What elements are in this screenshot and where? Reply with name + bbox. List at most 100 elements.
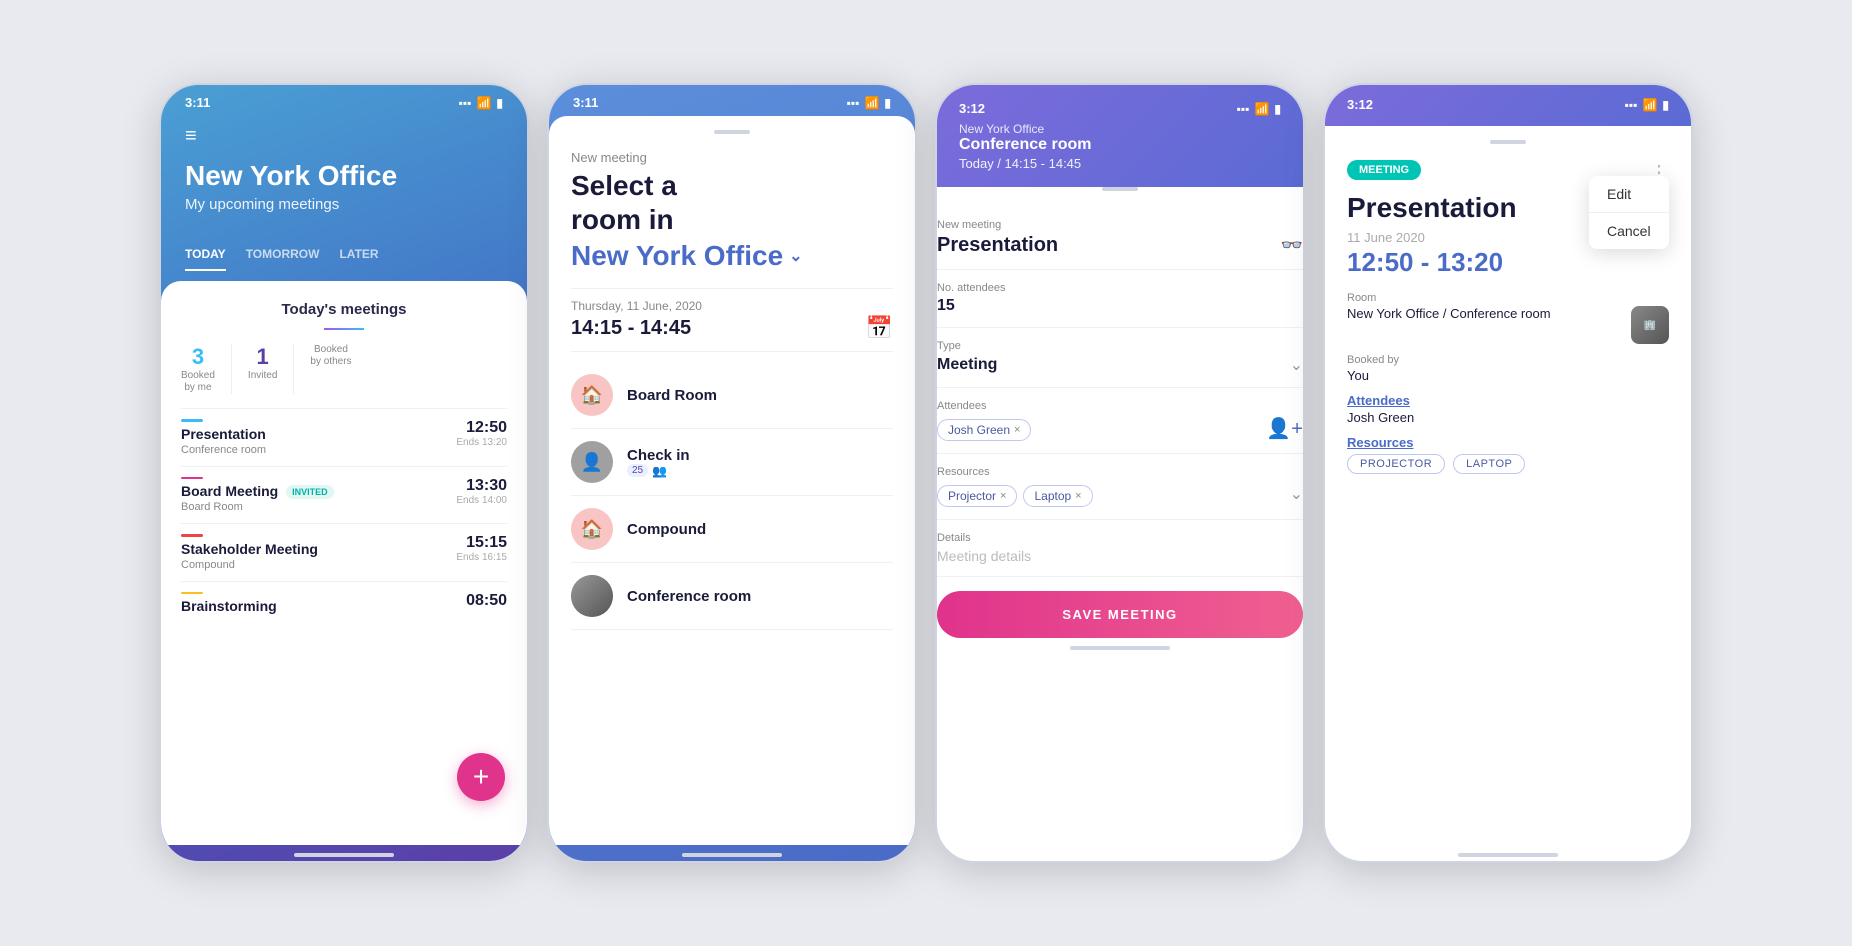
hamburger-icon[interactable]: ≡ (185, 126, 503, 146)
phone-2: 3:11 ▪▪▪ 📶 ▮ New meeting Select aroom in… (547, 83, 917, 863)
calendar-icon[interactable]: 📅 (866, 315, 893, 341)
stat-label-1: Bookedby me (181, 370, 215, 394)
meeting-item-3[interactable]: Stakeholder Meeting Compound 15:15 Ends … (181, 523, 507, 581)
laptop-remove-icon[interactable]: × (1075, 490, 1081, 502)
stat-num-2: 1 (248, 344, 277, 370)
projector-remove-icon[interactable]: × (1000, 490, 1006, 502)
date-time-section: Thursday, 11 June, 2020 14:15 - 14:45 📅 (571, 288, 893, 352)
meeting-name-4: Brainstorming (181, 598, 277, 614)
meeting-time-2: 13:30 (456, 477, 507, 495)
meeting-end-2: Ends 14:00 (456, 495, 507, 506)
resources-label: Resources (937, 466, 1303, 478)
checkin-badge: 25 (627, 464, 648, 477)
meeting-left-2: Board Meeting INVITED Board Room (181, 477, 334, 514)
status-time-1: 3:11 (185, 95, 210, 110)
presentation-time: 12:50 - 13:20 (1347, 247, 1669, 278)
context-edit[interactable]: Edit (1589, 176, 1669, 212)
room-item-checkin[interactable]: 👤 Check in 25 👥 (571, 429, 893, 496)
tabs-row: TODAY TOMORROW LATER (161, 233, 527, 271)
save-meeting-button[interactable]: SAVE MEETING (937, 591, 1303, 638)
phone3-header: 3:12 ▪▪▪ 📶 ▮ New York Office Conference … (937, 85, 1303, 187)
form-row-attendees-chips: Attendees Josh Green × 👤+ (937, 388, 1303, 454)
people-icon: 👥 (652, 464, 667, 478)
home-indicator-3 (1070, 646, 1170, 650)
meeting-time-4: 08:50 (466, 592, 507, 610)
status-icons-2: ▪▪▪ 📶 ▮ (847, 96, 891, 110)
stat-booked-me: 3 Bookedby me (181, 344, 215, 394)
room-thumb-inner: 🏢 (1631, 306, 1669, 344)
accent-line-1 (181, 419, 203, 422)
glasses-icon: 👓 (1281, 235, 1303, 256)
drag-handle-3 (1102, 187, 1138, 191)
home-indicator-2 (682, 853, 782, 857)
resource-chips: Projector × Laptop × (937, 485, 1093, 507)
title-row: Presentation 👓 (937, 234, 1303, 257)
status-time-3: 3:12 (959, 101, 985, 116)
meeting-name-3: Stakeholder Meeting (181, 541, 318, 557)
stat-by-others: Bookedby others (310, 344, 351, 394)
details-input[interactable]: Meeting details (937, 548, 1303, 564)
meeting-right-3: 15:15 Ends 16:15 (456, 534, 507, 563)
room-item-compound[interactable]: 🏠 Compound (571, 496, 893, 563)
meeting-item-2[interactable]: Board Meeting INVITED Board Room 13:30 E… (181, 466, 507, 524)
booked-by-label: Booked by (1347, 354, 1669, 366)
meeting-item-4[interactable]: Brainstorming 08:50 (181, 581, 507, 625)
attendee-chip-1[interactable]: Josh Green × (937, 419, 1031, 441)
chip-remove-icon[interactable]: × (1014, 424, 1020, 436)
type-dropdown[interactable]: Meeting ⌄ (937, 355, 1303, 375)
chevron-down-icon: ⌄ (789, 246, 802, 266)
status-icons-1: ▪▪▪ 📶 ▮ (459, 96, 503, 110)
meeting-time-3: 15:15 (456, 534, 507, 552)
booked-by-row: Booked by You (1347, 354, 1669, 383)
resource-chip-projector[interactable]: Projector × (937, 485, 1017, 507)
type-value: Meeting (937, 356, 997, 374)
drag-handle-2 (714, 130, 750, 134)
attendees-detail-row: Attendees Josh Green (1347, 393, 1669, 425)
tab-later[interactable]: LATER (339, 247, 378, 271)
office-label-3: New York Office (959, 122, 1281, 136)
meeting-right-4: 08:50 (466, 592, 507, 610)
room-detail-label: Room (1347, 292, 1669, 304)
status-icons-4: ▪▪▪ 📶 ▮ (1625, 98, 1669, 112)
new-meeting-label-2: New meeting (571, 150, 893, 165)
meeting-right-2: 13:30 Ends 14:00 (456, 477, 507, 506)
select-room-office[interactable]: New York Office ⌄ (571, 240, 893, 272)
fab-add-button[interactable]: + (457, 753, 505, 801)
attendees-detail-value: Josh Green (1347, 410, 1669, 425)
chevron-down-type: ⌄ (1290, 355, 1303, 375)
room-avatar-checkin: 👤 (571, 441, 613, 483)
stat-label-2: Invited (248, 370, 277, 382)
time-range: 14:15 - 14:45 (571, 317, 691, 340)
battery-icon: ▮ (496, 96, 503, 110)
room-item-board[interactable]: 🏠 Board Room (571, 362, 893, 429)
status-bar-2: 3:11 ▪▪▪ 📶 ▮ (549, 85, 915, 116)
form-row-type: Type Meeting ⌄ (937, 328, 1303, 388)
meeting-name-2: Board Meeting INVITED (181, 483, 334, 499)
date-string: Thursday, 11 June, 2020 (571, 299, 893, 313)
tab-today[interactable]: TODAY (185, 247, 226, 271)
invited-badge: INVITED (286, 485, 334, 499)
room-item-conference[interactable]: Conference room (571, 563, 893, 630)
context-cancel[interactable]: Cancel (1589, 213, 1669, 249)
accent-line-4 (181, 592, 203, 595)
signal-icon-4: ▪▪▪ (1625, 98, 1638, 112)
meeting-item-1[interactable]: Presentation Conference room 12:50 Ends … (181, 408, 507, 466)
attendees-count-label: No. attendees (937, 282, 1303, 294)
status-bar-4: 3:12 ▪▪▪ 📶 ▮ (1347, 91, 1669, 116)
signal-icon-2: ▪▪▪ (847, 96, 860, 110)
stat-invited: 1 Invited (248, 344, 277, 394)
phone4-header: 3:12 ▪▪▪ 📶 ▮ (1325, 85, 1691, 126)
select-room-title: Select aroom in (571, 169, 893, 236)
context-menu: Edit Cancel (1589, 176, 1669, 249)
resource-chip-laptop[interactable]: Laptop × (1023, 485, 1092, 507)
checkin-row: 25 👥 (627, 464, 690, 478)
office-title: New York Office (185, 160, 503, 192)
status-time-4: 3:12 (1347, 97, 1373, 112)
form-row-attendees-count: No. attendees 15 (937, 270, 1303, 328)
tab-tomorrow[interactable]: TOMORROW (246, 247, 320, 271)
form-row-details[interactable]: Details Meeting details (937, 520, 1303, 577)
resources-row: Projector × Laptop × ⌄ (937, 481, 1303, 507)
add-attendee-icon[interactable]: 👤+ (1266, 416, 1303, 441)
wifi-icon-4: 📶 (1642, 98, 1657, 112)
resources-detail-row: Resources PROJECTOR LAPTOP (1347, 435, 1669, 474)
